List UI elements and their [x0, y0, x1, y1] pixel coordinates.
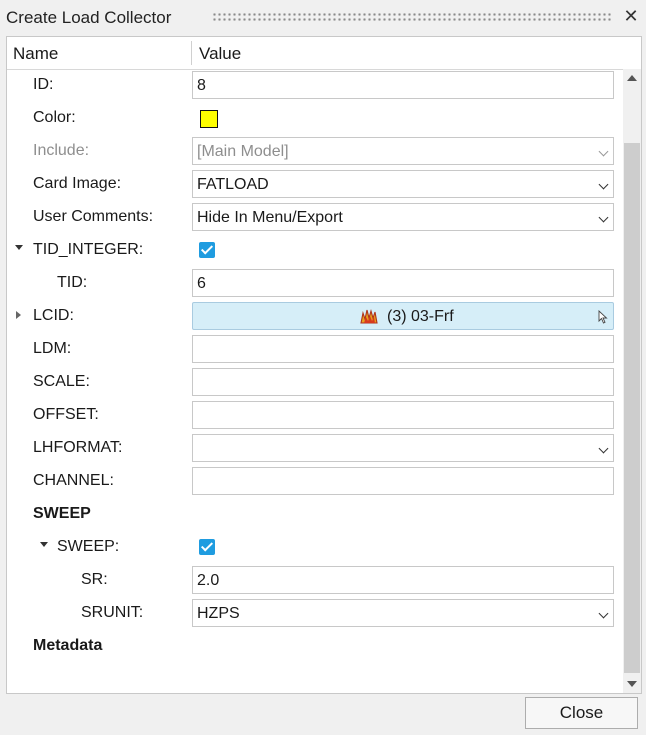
scroll-up-icon[interactable] [627, 75, 637, 81]
scroll-down-icon[interactable] [627, 681, 637, 687]
row-ldm: LDM: [7, 333, 621, 366]
row-metadata: Metadata [7, 630, 621, 663]
card-image-select[interactable]: FATLOAD [192, 170, 614, 198]
user-comments-label: User Comments: [33, 208, 154, 225]
close-icon[interactable]: ✕ [622, 6, 640, 26]
row-scale: SCALE: [7, 366, 621, 399]
properties-table: Name Value ID: 8 Color: Include: [Main M… [6, 36, 642, 694]
include-value: [Main Model] [197, 143, 289, 160]
chevron-down-icon [598, 212, 609, 223]
ldm-field[interactable] [192, 335, 614, 363]
row-color: Color: [7, 102, 621, 135]
srunit-select[interactable]: HZPS [192, 599, 614, 627]
offset-field[interactable] [192, 401, 614, 429]
channel-label: CHANNEL: [33, 472, 114, 489]
row-tid-integer: TID_INTEGER: [7, 234, 621, 267]
ldm-label: LDM: [33, 340, 72, 357]
collapse-arrow-icon[interactable] [40, 542, 48, 547]
chevron-down-icon [598, 146, 609, 157]
id-label: ID: [33, 76, 54, 93]
row-lcid: LCID: (3) 03-Frf [7, 300, 621, 333]
srunit-value: HZPS [197, 605, 240, 622]
include-select: [Main Model] [192, 137, 614, 165]
sweep-checkbox[interactable] [199, 539, 215, 555]
table-header: Name Value [7, 37, 641, 70]
srunit-label: SRUNIT: [81, 604, 144, 621]
lcid-value: (3) 03-Frf [387, 308, 454, 325]
name-column-header: Name [13, 44, 59, 63]
metadata-label: Metadata [33, 637, 103, 654]
row-card-image: Card Image: FATLOAD [7, 168, 621, 201]
scrollbar-thumb[interactable] [624, 143, 640, 673]
user-comments-value: Hide In Menu/Export [197, 209, 343, 226]
row-tid: TID: 6 [7, 267, 621, 300]
row-lhformat: LHFORMAT: [7, 432, 621, 465]
scale-field[interactable] [192, 368, 614, 396]
expand-arrow-icon[interactable] [16, 311, 21, 319]
chevron-down-icon [598, 608, 609, 619]
color-label: Color: [33, 109, 76, 126]
close-button[interactable]: Close [525, 697, 638, 729]
value-column-header: Value [199, 44, 242, 63]
sweep-group-label: SWEEP [33, 505, 91, 522]
window-title: Create Load Collector [6, 8, 172, 27]
sr-field[interactable]: 2.0 [192, 566, 614, 594]
id-field[interactable]: 8 [192, 71, 614, 99]
sr-value: 2.0 [197, 572, 220, 589]
tid-value: 6 [197, 275, 206, 292]
card-image-value: FATLOAD [197, 176, 269, 193]
lcid-label: LCID: [33, 307, 74, 324]
collapse-arrow-icon[interactable] [15, 245, 23, 250]
row-sweep: SWEEP: [7, 531, 621, 564]
card-image-label: Card Image: [33, 175, 122, 192]
title-bar[interactable]: Create Load Collector ✕ [0, 0, 646, 36]
sweep-label: SWEEP: [57, 538, 120, 555]
column-divider[interactable] [191, 41, 192, 65]
channel-field[interactable] [192, 467, 614, 495]
tid-field[interactable]: 6 [192, 269, 614, 297]
scale-label: SCALE: [33, 373, 90, 390]
sr-label: SR: [81, 571, 108, 588]
row-include: Include: [Main Model] [7, 135, 621, 168]
lhformat-label: LHFORMAT: [33, 439, 123, 456]
tid-integer-label: TID_INTEGER: [33, 241, 144, 258]
lhformat-select[interactable] [192, 434, 614, 462]
offset-label: OFFSET: [33, 406, 99, 423]
tid-integer-checkbox[interactable] [199, 242, 215, 258]
user-comments-select[interactable]: Hide In Menu/Export [192, 203, 614, 231]
tid-label: TID: [57, 274, 88, 291]
chevron-down-icon [598, 443, 609, 454]
load-collector-icon [360, 308, 378, 324]
drag-handle[interactable] [212, 12, 612, 22]
vertical-scrollbar[interactable] [623, 69, 641, 693]
include-label: Include: [33, 142, 90, 159]
row-sweep-group: SWEEP [7, 498, 621, 531]
row-offset: OFFSET: [7, 399, 621, 432]
color-swatch[interactable] [200, 110, 218, 128]
lcid-entity-selector[interactable]: (3) 03-Frf [192, 302, 614, 330]
cursor-icon [598, 310, 608, 324]
row-channel: CHANNEL: [7, 465, 621, 498]
id-value: 8 [197, 77, 206, 94]
row-sr: SR: 2.0 [7, 564, 621, 597]
row-srunit: SRUNIT: HZPS [7, 597, 621, 630]
row-user-comments: User Comments: Hide In Menu/Export [7, 201, 621, 234]
row-id: ID: 8 [7, 69, 621, 102]
chevron-down-icon [598, 179, 609, 190]
